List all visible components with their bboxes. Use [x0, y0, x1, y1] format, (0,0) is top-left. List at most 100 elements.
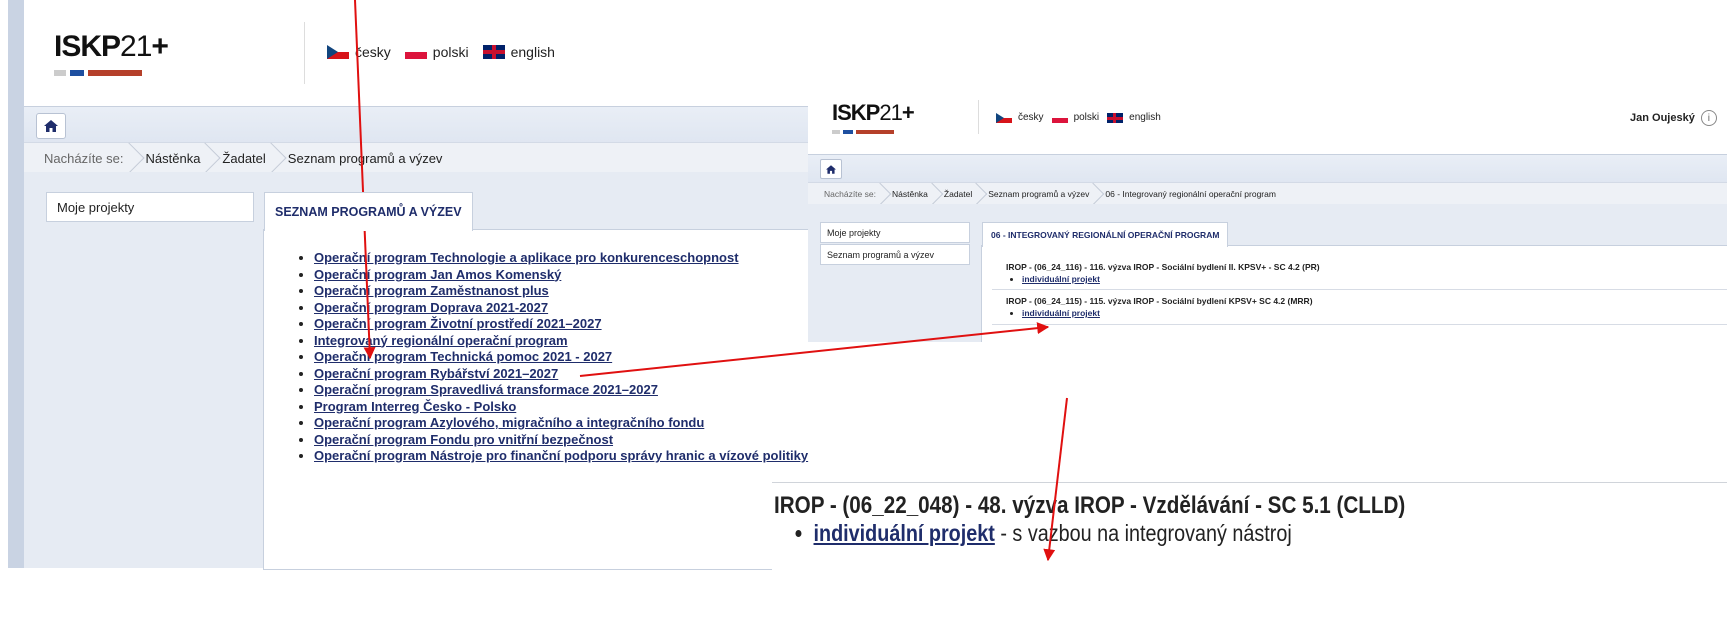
program-list-item: Integrovaný regionální operační program	[314, 333, 808, 350]
program-list-item: Operační program Jan Amos Komenský	[314, 267, 808, 284]
call-link-individualni-projekt[interactable]: individuální projekt	[1022, 274, 1100, 284]
toolbar	[24, 106, 900, 143]
language-switcher: česky polski english	[327, 44, 555, 60]
breadcrumb-item-current: Seznam programů a výzev	[287, 150, 443, 166]
program-link[interactable]: Integrovaný regionální operační program	[314, 333, 568, 348]
tab-seznam-programu[interactable]: SEZNAM PROGRAMŮ A VÝZEV	[264, 192, 473, 231]
program-list-item: Operační program Doprava 2021-2027	[314, 300, 808, 317]
uk-flag-icon	[1107, 112, 1124, 123]
user-name: Jan Oujeský	[1630, 112, 1695, 124]
inset-breadcrumb: Nacházíte se: Nástěnka Žadatel Seznam pr…	[808, 182, 1727, 206]
zoom-call-title: IROP - (06_22_048) - 48. výzva IROP - Vz…	[774, 492, 1406, 519]
call-link-individualni-projekt[interactable]: individuální projekt	[1022, 308, 1100, 318]
program-link[interactable]: Operační program Technologie a aplikace …	[314, 250, 739, 265]
left-edge-strip	[8, 0, 24, 568]
sidebar-item-moje-projekty[interactable]: Moje projekty	[46, 192, 254, 222]
inset-lang-polish-label: polski	[1073, 112, 1100, 123]
program-link[interactable]: Program Interreg Česko - Polsko	[314, 399, 516, 414]
programs-list: Operační program Technologie a aplikace …	[292, 250, 808, 465]
iskp21-logo[interactable]: ISKP21+	[54, 30, 169, 76]
inset-lang-czech-label: česky	[1018, 112, 1044, 123]
program-link[interactable]: Operační program Azylového, migračního a…	[314, 415, 704, 430]
call-title: IROP - (06_24_116) - 116. výzva IROP - S…	[1006, 262, 1320, 272]
inset-breadcrumb-item-zadatel[interactable]: Žadatel	[936, 183, 980, 205]
inset-breadcrumb-item-nastenka[interactable]: Nástěnka	[884, 183, 936, 205]
program-list-item: Operační program Technologie a aplikace …	[314, 250, 808, 267]
logo-text-light: 21	[120, 30, 152, 63]
inset-header-separator	[978, 100, 979, 134]
uk-flag-icon	[482, 45, 505, 59]
czech-flag-icon	[327, 45, 349, 59]
zoom-top-line	[772, 482, 1727, 483]
program-link[interactable]: Operační program Rybářství 2021–2027	[314, 366, 558, 381]
inset-logo-text-bold: ISKP	[832, 100, 880, 125]
inset-logo-text-light: 21	[879, 100, 903, 125]
program-list-item: Operační program Spravedlivá transformac…	[314, 382, 808, 399]
user-menu[interactable]: Jan Oujeský i	[1630, 110, 1717, 126]
program-list-item: Program Interreg Česko - Polsko	[314, 399, 808, 416]
inset-breadcrumb-prefix: Nacházíte se:	[808, 183, 884, 205]
program-list-item: Operační program Azylového, migračního a…	[314, 415, 808, 432]
inset-content-area: Moje projekty Seznam programů a výzev 06…	[808, 204, 1727, 342]
zoom-link-suffix: - s vazbou na integrovaný nástroj	[994, 520, 1292, 546]
inset-breadcrumb-item-seznam[interactable]: Seznam programů a výzev	[980, 183, 1097, 205]
program-list-item: Operační program Technická pomoc 2021 - …	[314, 349, 808, 366]
inset-breadcrumb-item-current: 06 - Integrovaný regionální operační pro…	[1105, 189, 1276, 199]
lang-polish[interactable]: polski	[404, 44, 469, 60]
zoom-call-list-item: individuální projekt - s vazbou na integ…	[814, 520, 1292, 547]
divider	[992, 289, 1727, 290]
program-link[interactable]: Operační program Doprava 2021-2027	[314, 300, 548, 315]
inset-lang-english[interactable]: english	[1107, 112, 1161, 123]
inset-sidebar: Moje projekty Seznam programů a výzev	[820, 222, 970, 266]
program-link[interactable]: Operační program Technická pomoc 2021 - …	[314, 349, 612, 364]
program-list-item: Operační program Rybářství 2021–2027	[314, 366, 808, 383]
inset-header: ISKP21+ česky polski english Jan Oujeský…	[808, 94, 1727, 154]
program-link[interactable]: Operační program Nástroje pro finanční p…	[314, 448, 808, 463]
home-button[interactable]	[36, 113, 66, 139]
inset-logo-bars	[832, 130, 902, 134]
home-icon	[826, 164, 836, 174]
inset-sidebar-item-moje-projekty[interactable]: Moje projekty	[820, 222, 970, 243]
program-list-item: Operační program Zaměstnanost plus	[314, 283, 808, 300]
zoom-call-list: individuální projekt - s vazbou na integ…	[786, 520, 1292, 547]
inset-sidebar-item-seznam[interactable]: Seznam programů a výzev	[820, 244, 970, 265]
program-link[interactable]: Operační program Zaměstnanost plus	[314, 283, 549, 298]
info-icon[interactable]: i	[1700, 110, 1717, 126]
call-item: IROP - (06_24_116) - 116. výzva IROP - S…	[1006, 262, 1320, 284]
zoom-link-individualni-projekt[interactable]: individuální projekt	[814, 520, 995, 546]
program-list-item: Operační program Životní prostředí 2021–…	[314, 316, 808, 333]
program-list-item: Operační program Nástroje pro finanční p…	[314, 448, 808, 465]
inset-lang-english-label: english	[1129, 112, 1161, 123]
logo-bars	[54, 70, 154, 76]
inset-logo-plus: +	[901, 100, 915, 125]
site-header: ISKP21+ česky polski english	[24, 0, 900, 106]
home-icon	[44, 120, 58, 132]
lang-czech[interactable]: česky	[327, 44, 391, 60]
lang-english-label: english	[510, 44, 555, 60]
calls-panel: IROP - (06_24_116) - 116. výzva IROP - S…	[981, 245, 1727, 342]
main-screenshot: ISKP21+ česky polski english Nacházíte s…	[0, 0, 901, 570]
lang-czech-label: česky	[355, 44, 391, 60]
lang-english[interactable]: english	[482, 44, 555, 60]
breadcrumb-item-nastenka[interactable]: Nástěnka	[134, 143, 211, 173]
inset-iskp21-logo[interactable]: ISKP21+	[832, 100, 915, 134]
breadcrumb-prefix: Nacházíte se:	[24, 143, 134, 173]
program-link[interactable]: Operační program Životní prostředí 2021–…	[314, 316, 602, 331]
polish-flag-icon	[404, 45, 427, 59]
inset-lang-czech[interactable]: česky	[996, 112, 1044, 123]
inset-lang-polish[interactable]: polski	[1051, 112, 1100, 123]
lang-polish-label: polski	[432, 44, 469, 60]
inset-screenshot: ISKP21+ česky polski english Jan Oujeský…	[808, 94, 1727, 342]
breadcrumb-item-zadatel[interactable]: Žadatel	[210, 143, 275, 173]
inset-language-switcher: česky polski english	[996, 112, 1161, 123]
inset-home-button[interactable]	[820, 159, 842, 179]
header-separator	[304, 22, 305, 84]
program-link[interactable]: Operační program Spravedlivá transformac…	[314, 382, 658, 397]
content-area: Moje projekty SEZNAM PROGRAMŮ A VÝZEV Op…	[24, 172, 901, 570]
program-link[interactable]: Operační program Jan Amos Komenský	[314, 267, 561, 282]
divider	[992, 324, 1727, 325]
logo-plus: +	[151, 30, 169, 63]
program-link[interactable]: Operační program Fondu pro vnitřní bezpe…	[314, 432, 613, 447]
tab-irop[interactable]: 06 - INTEGROVANÝ REGIONÁLNÍ OPERAČNÍ PRO…	[982, 222, 1229, 247]
inset-toolbar	[808, 154, 1727, 183]
